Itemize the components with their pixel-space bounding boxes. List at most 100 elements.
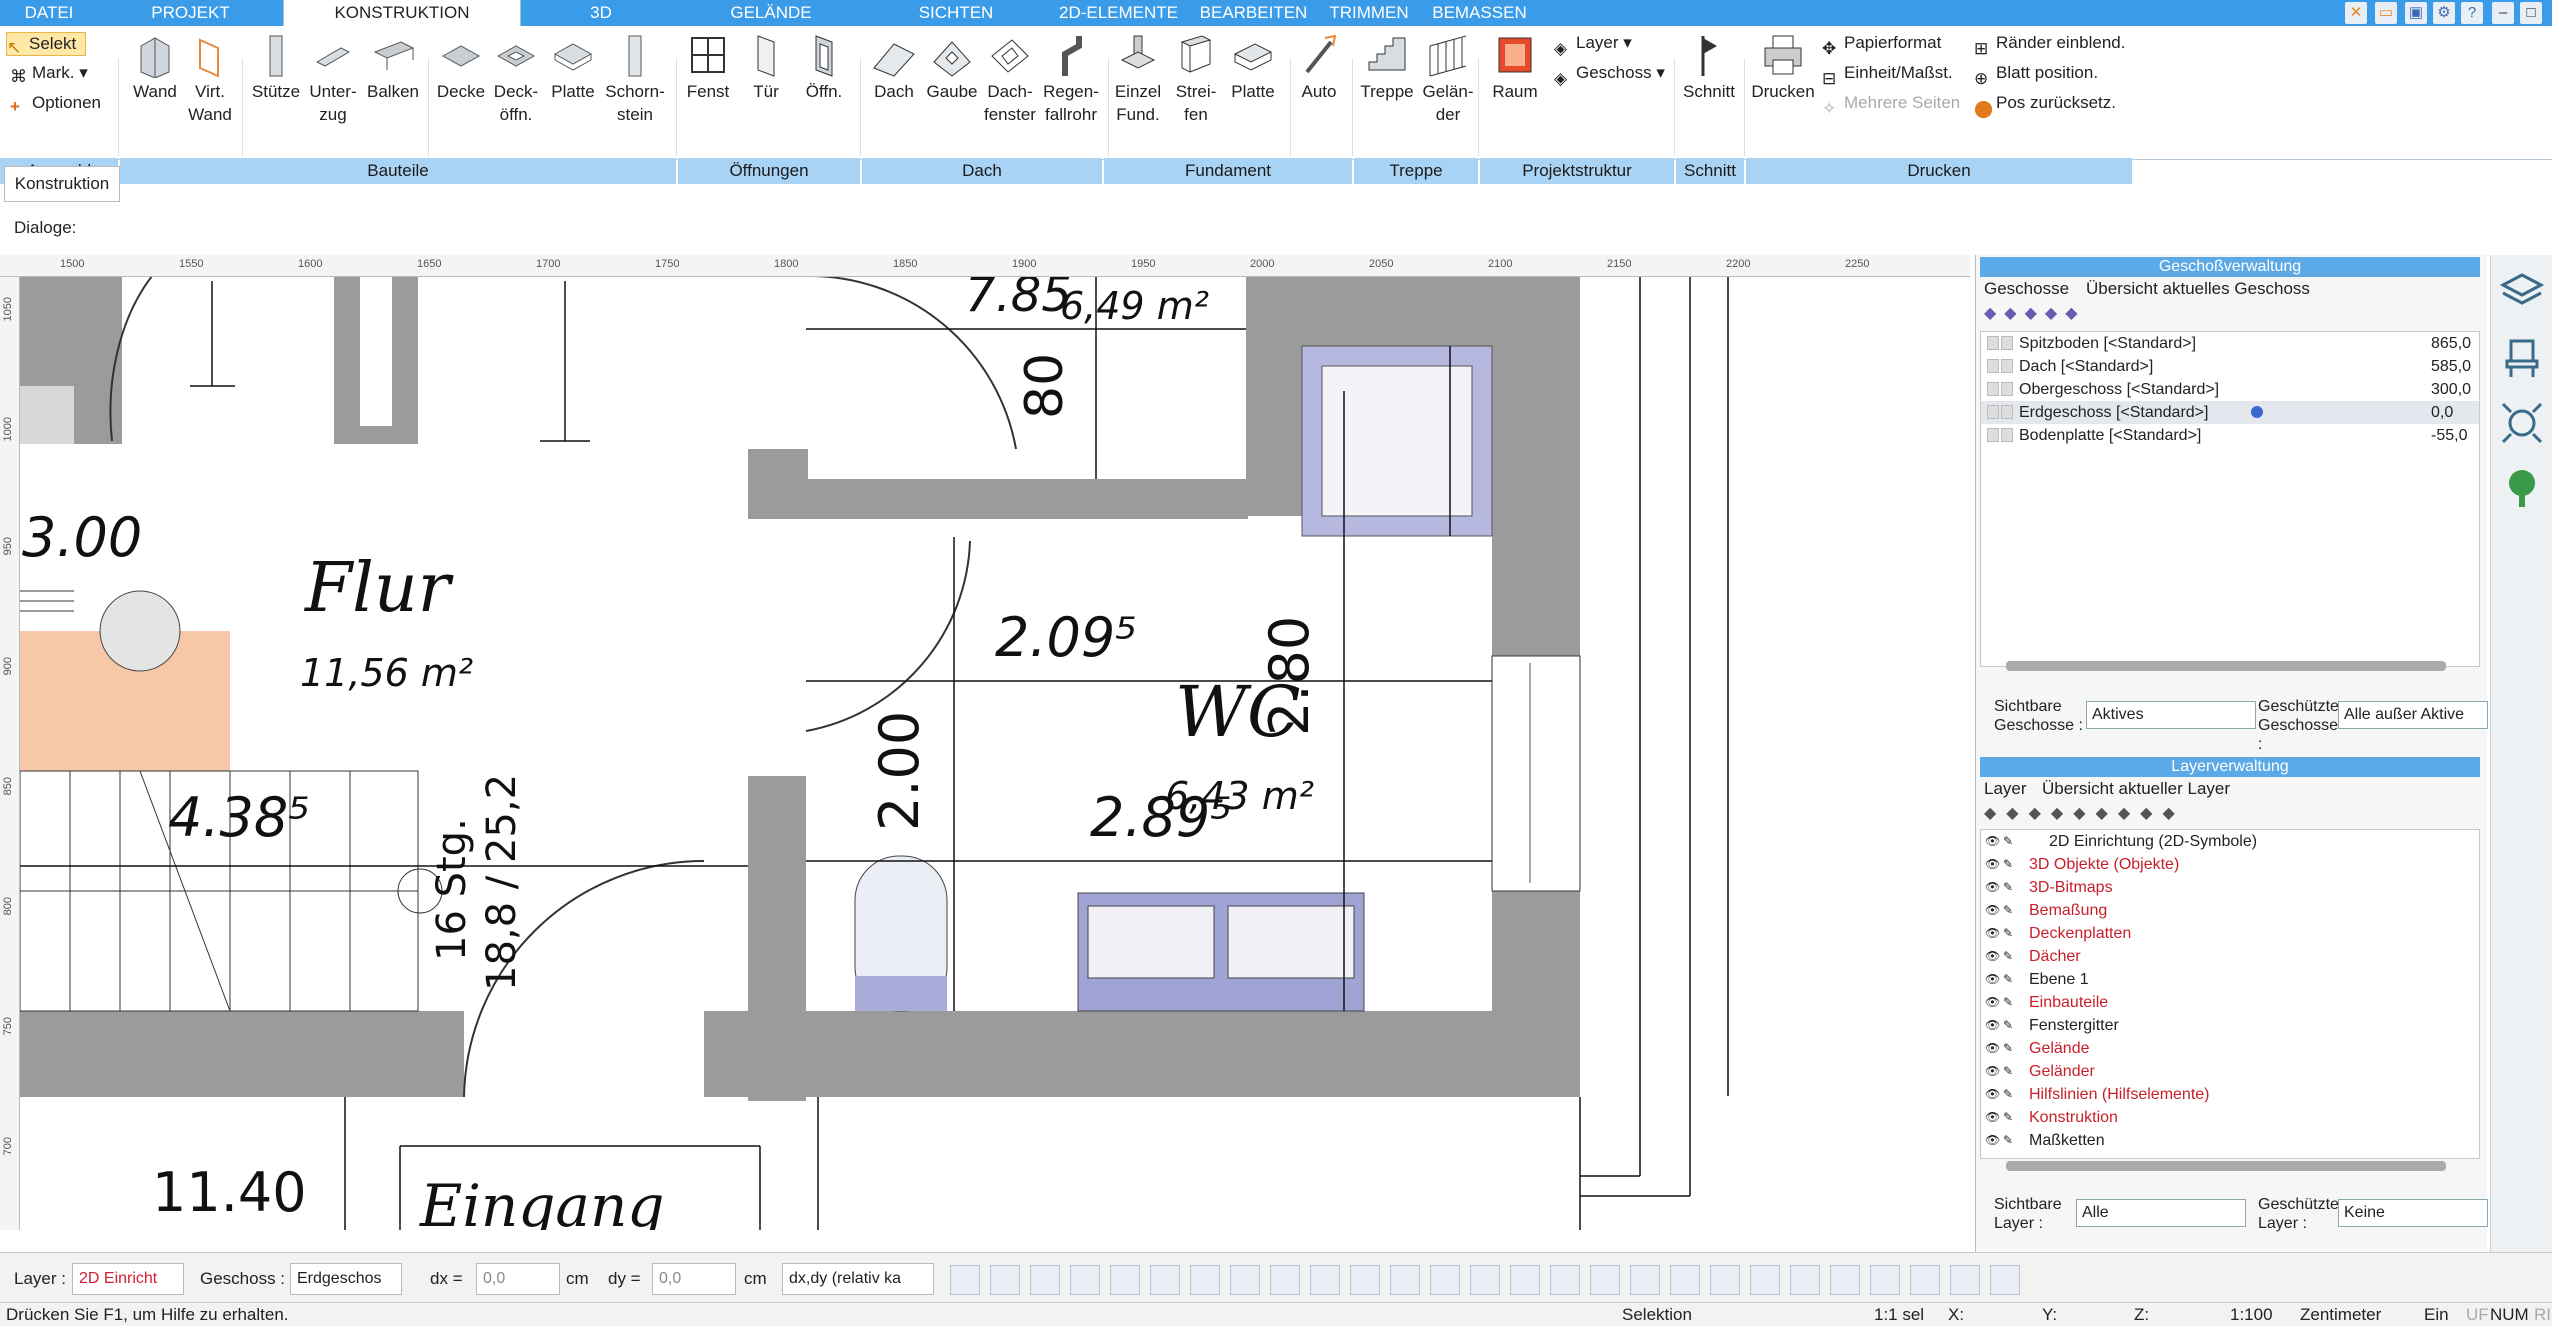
eye-icon[interactable]: 👁 xyxy=(1985,1037,2000,1060)
optionen-button[interactable]: + Optionen xyxy=(10,92,101,116)
geschoss-row[interactable]: Dach [<Standard>] 585,0 xyxy=(1981,355,2479,378)
tab-geschosse[interactable]: Geschosse xyxy=(1984,279,2069,299)
fenster-button[interactable]: Fenst xyxy=(682,32,734,103)
regenfallrohr-button[interactable]: Regen-fallrohr xyxy=(1038,32,1104,126)
more-icon[interactable] xyxy=(1510,1265,1540,1295)
measure-icon[interactable] xyxy=(1910,1265,1940,1295)
layer-toolbar[interactable]: ◆◆◆◆◆◆◆◆◆ xyxy=(1984,803,2185,823)
tab-uebersicht-layer[interactable]: Übersicht aktueller Layer xyxy=(2042,779,2230,799)
layer-select[interactable]: 2D Einricht xyxy=(72,1263,184,1295)
cursor-icon[interactable] xyxy=(1950,1265,1980,1295)
wand-button[interactable]: Wand xyxy=(124,32,186,103)
streifen-button[interactable]: Strei-fen xyxy=(1168,32,1224,126)
layer-scrollbar[interactable] xyxy=(2006,1161,2446,1171)
star-icon[interactable] xyxy=(1790,1265,1820,1295)
layer-row[interactable]: 👁 ✎ Deckenplatten xyxy=(1981,922,2479,945)
layer-row[interactable]: 👁 ✎ Bemaßung xyxy=(1981,899,2479,922)
grid-icon[interactable] xyxy=(1630,1265,1660,1295)
settings-icon[interactable]: ⚙ xyxy=(2433,2,2455,24)
checkbox[interactable] xyxy=(1987,382,1999,396)
eye-icon[interactable]: 👁 xyxy=(1985,1083,2000,1106)
drucken-button[interactable]: Drucken xyxy=(1750,32,1816,103)
pencil-icon[interactable]: ✎ xyxy=(2003,1037,2013,1060)
tab-layer[interactable]: Layer xyxy=(1984,779,2027,799)
text-abc-icon[interactable] xyxy=(1150,1265,1180,1295)
checkbox[interactable] xyxy=(2001,336,2013,350)
eye-icon[interactable]: 👁 xyxy=(1985,991,2000,1014)
gaube-button[interactable]: Gaube xyxy=(924,32,980,103)
eye-icon[interactable]: 👁 xyxy=(1985,945,2000,968)
checkbox[interactable] xyxy=(1987,405,1999,419)
raender-button[interactable]: ⊞ Ränder einblend. xyxy=(1974,30,2125,58)
checkbox[interactable] xyxy=(1987,336,1999,350)
crop-icon[interactable] xyxy=(1750,1265,1780,1295)
restore-icon[interactable]: □ xyxy=(2520,2,2542,24)
geschoss-list[interactable]: Spitzboden [<Standard>] 865,0 Dach [<Stand… xyxy=(1980,331,2480,667)
fit-icon[interactable] xyxy=(1830,1265,1860,1295)
pencil-icon[interactable]: ✎ xyxy=(2003,899,2013,922)
layer-row[interactable]: 👁 ✎ Fenstergitter xyxy=(1981,1014,2479,1037)
eye-icon[interactable]: 👁 xyxy=(1985,899,2000,922)
image-icon[interactable] xyxy=(1710,1265,1740,1295)
window-icon[interactable] xyxy=(1590,1265,1620,1295)
dachfenster-button[interactable]: Dach-fenster xyxy=(982,32,1038,126)
gelaender-button[interactable]: Gelän-der xyxy=(1418,32,1478,126)
pos-zuruecksetzen-button[interactable]: ⬤ Pos zurücksetz. xyxy=(1974,90,2116,118)
move-icon[interactable] xyxy=(2499,400,2545,446)
checkbox[interactable] xyxy=(1987,428,1999,442)
layer-row[interactable]: 👁 ✎ Gelände xyxy=(1981,1037,2479,1060)
layers-icon[interactable] xyxy=(1390,1265,1420,1295)
lineweight-icon[interactable] xyxy=(1030,1265,1060,1295)
auto-button[interactable]: Auto xyxy=(1292,32,1346,103)
table-icon[interactable] xyxy=(1870,1265,1900,1295)
geschuetzte-geschosse-select[interactable]: Alle außer Aktive xyxy=(2338,701,2488,729)
checkbox[interactable] xyxy=(2001,428,2013,442)
pencil-icon[interactable]: ✎ xyxy=(2003,1129,2013,1152)
layer-row[interactable]: 👁 ✎ Geländer xyxy=(1981,1060,2479,1083)
geschoss-select[interactable]: Erdgeschos xyxy=(290,1263,402,1295)
layers-icon[interactable] xyxy=(2499,267,2545,313)
einzelfund-button[interactable]: Einzel Fund. xyxy=(1110,32,1166,126)
coord-mode-select[interactable]: dx,dy (relativ ka xyxy=(782,1263,934,1295)
checkbox[interactable] xyxy=(2001,382,2013,396)
blatt-position-button[interactable]: ⊕ Blatt position. xyxy=(1974,60,2098,88)
layer-row[interactable]: 👁 ✎ Maßketten xyxy=(1981,1129,2479,1152)
pencil-icon[interactable]: ✎ xyxy=(2003,830,2013,853)
layer-row[interactable]: 👁 ✎ Ebene 1 xyxy=(1981,968,2479,991)
hatch-icon[interactable] xyxy=(950,1265,980,1295)
room-num-icon[interactable] xyxy=(1110,1265,1140,1295)
close-icon[interactable] xyxy=(1990,1265,2020,1295)
drawing-canvas[interactable]: 3.00 Flur 11,56 m² 2.09⁵ WC 6,43 m² 4.38… xyxy=(0,255,1970,1230)
treppe-button[interactable]: Treppe xyxy=(1354,32,1420,103)
tab-sichten[interactable]: SICHTEN xyxy=(861,0,1051,26)
eye-icon[interactable]: 👁 xyxy=(1985,968,2000,991)
layer-row[interactable]: 👁 ✎ Konstruktion xyxy=(1981,1106,2479,1129)
eye-icon[interactable]: 👁 xyxy=(1985,1014,2000,1037)
platte-button[interactable]: Platte xyxy=(544,32,602,103)
tuer-button[interactable]: Tür xyxy=(740,32,792,103)
decke-button[interactable]: Decke xyxy=(432,32,490,103)
geschoss-row[interactable]: Spitzboden [<Standard>] 865,0 xyxy=(1981,332,2479,355)
deckoeffn-button[interactable]: Deck-öffn. xyxy=(490,32,542,126)
tilt-icon[interactable] xyxy=(1350,1265,1380,1295)
pencil-icon[interactable]: ✎ xyxy=(2003,991,2013,1014)
tab-bearbeiten[interactable]: BEARBEITEN xyxy=(1186,0,1321,26)
linestyle-icon[interactable] xyxy=(1070,1265,1100,1295)
dach-button[interactable]: Dach xyxy=(866,32,922,103)
dimension-icon[interactable] xyxy=(1190,1265,1220,1295)
geschoss-toolbar[interactable]: ◆◆◆◆◆ xyxy=(1984,303,2086,323)
layer-row[interactable]: 👁 ✎ 2D Einrichtung (2D-Symbole) xyxy=(1981,830,2479,853)
layer-row[interactable]: 👁 ✎ Einbauteile xyxy=(1981,991,2479,1014)
geschoss-scrollbar[interactable] xyxy=(2006,661,2446,671)
pencil-icon[interactable]: ✎ xyxy=(2003,1014,2013,1037)
eye-icon[interactable]: 👁 xyxy=(1985,853,2000,876)
checkbox[interactable] xyxy=(2001,405,2013,419)
rotate-icon[interactable] xyxy=(1670,1265,1700,1295)
eye-icon[interactable]: 👁 xyxy=(1985,876,2000,899)
schnitt-button[interactable]: Schnitt xyxy=(1676,32,1742,103)
sichtbare-geschosse-select[interactable]: Aktives xyxy=(2086,701,2256,729)
pencil-icon[interactable]: ✎ xyxy=(2003,853,2013,876)
geschoss-row[interactable]: Erdgeschoss [<Standard>] 0,0 xyxy=(1981,401,2479,424)
layer-dropdown[interactable]: ◈ Layer ▾ xyxy=(1554,30,1632,58)
geschoss-row[interactable]: Bodenplatte [<Standard>] -55,0 xyxy=(1981,424,2479,447)
